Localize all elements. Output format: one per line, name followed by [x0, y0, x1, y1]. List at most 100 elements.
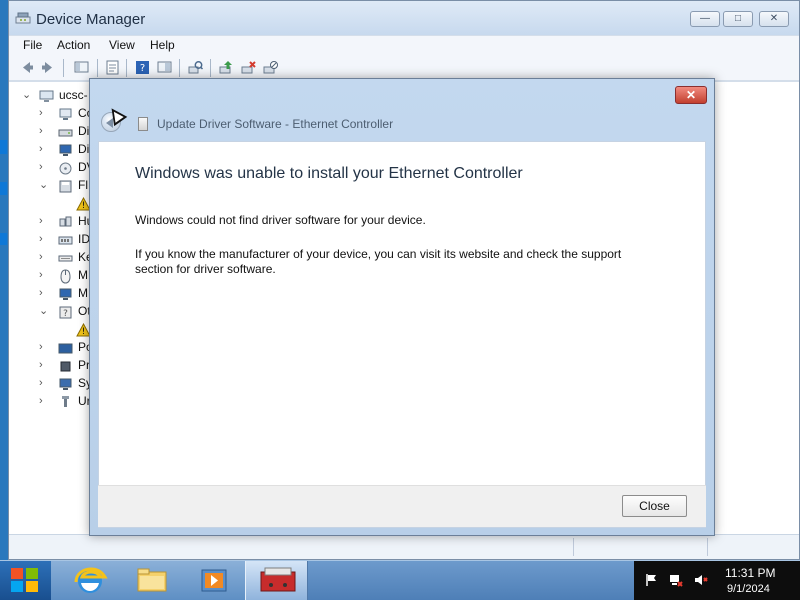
- chevron-right-icon[interactable]: ›: [39, 378, 47, 389]
- chevron-right-icon[interactable]: ›: [39, 396, 47, 407]
- menu-file[interactable]: File: [23, 38, 42, 52]
- menu-view[interactable]: View: [109, 38, 135, 52]
- close-window-button[interactable]: ✕: [759, 11, 789, 27]
- ethernet-device-icon: [138, 117, 148, 131]
- device-manager-titlebar[interactable]: Device Manager — □ ✕: [9, 1, 799, 35]
- status-separator: [707, 538, 708, 556]
- chevron-right-icon[interactable]: ›: [39, 360, 47, 371]
- mouse-icon: [60, 269, 71, 284]
- device-manager-title: Device Manager: [36, 11, 146, 28]
- disk-drive-icon: [58, 129, 73, 137]
- minimize-icon: —: [700, 13, 710, 24]
- status-bar: [9, 534, 799, 559]
- expanded-chevron-icon[interactable]: ⌄: [39, 306, 48, 317]
- close-icon: ✕: [769, 13, 779, 24]
- dialog-title: Update Driver Software - Ethernet Contro…: [157, 117, 394, 131]
- menu-action[interactable]: Action: [57, 38, 90, 52]
- close-icon: ✕: [685, 88, 697, 102]
- dialog-close-button[interactable]: ✕: [675, 86, 707, 104]
- usb-controller-icon: [62, 396, 69, 407]
- desktop-edge-accent: [0, 233, 7, 245]
- taskbar-device-manager-button[interactable]: [245, 561, 309, 600]
- disable-device-icon[interactable]: [262, 59, 279, 76]
- chevron-right-icon[interactable]: ›: [39, 252, 47, 263]
- svg-text:!: !: [82, 327, 86, 337]
- dvd-drive-icon: [59, 162, 72, 175]
- status-separator: [573, 538, 574, 556]
- menu-help[interactable]: Help: [150, 38, 175, 52]
- dialog-close-action-button[interactable]: Close: [622, 495, 687, 517]
- dialog-content: Windows was unable to install your Ether…: [98, 141, 706, 528]
- windows-logo-icon: [11, 568, 39, 593]
- chevron-right-icon[interactable]: ›: [39, 342, 47, 353]
- taskbar-explorer-button[interactable]: [120, 561, 184, 600]
- chevron-right-icon[interactable]: ›: [39, 270, 47, 281]
- action-center-flag-icon[interactable]: [645, 573, 659, 587]
- clock-date[interactable]: 9/1/2024: [727, 583, 770, 595]
- tree-item-label: M: [78, 286, 88, 300]
- svg-text:?: ?: [140, 63, 145, 74]
- help-icon[interactable]: ?: [134, 59, 151, 76]
- chevron-right-icon[interactable]: ›: [39, 162, 47, 173]
- update-driver-dialog: ✕ Update Driver Software - Ethernet Cont…: [89, 78, 715, 536]
- scan-hardware-icon[interactable]: [187, 59, 204, 76]
- chevron-right-icon[interactable]: ›: [39, 216, 47, 227]
- monitor-icon: [59, 288, 72, 300]
- network-icon[interactable]: [669, 573, 683, 587]
- chevron-right-icon[interactable]: ›: [39, 108, 47, 119]
- toolbar-separator: [126, 59, 127, 77]
- keyboard-icon: [58, 255, 73, 262]
- taskbar-media-player-button[interactable]: [183, 561, 247, 600]
- toolbar-separator: [210, 59, 211, 77]
- minimize-button[interactable]: —: [690, 11, 720, 27]
- windows-logo-pane: [11, 581, 23, 592]
- expanded-chevron-icon[interactable]: ⌄: [22, 90, 31, 101]
- volume-muted-icon[interactable]: [694, 573, 708, 587]
- desktop-edge-accent: [0, 140, 7, 154]
- dialog-message-line1: Windows could not find driver software f…: [135, 213, 426, 227]
- ports-icon: [58, 343, 73, 354]
- device-manager-icon: [15, 12, 31, 24]
- dialog-message-line2: If you know the manufacturer of your dev…: [135, 247, 622, 276]
- menu-bar: File Action View Help: [9, 35, 799, 57]
- forward-arrow-icon[interactable]: [40, 59, 57, 76]
- ide-controller-icon: [58, 236, 73, 245]
- desktop-edge-accent: [0, 182, 7, 195]
- tree-root-label: ucsc-: [59, 88, 88, 102]
- windows-logo-pane: [11, 568, 23, 579]
- internet-explorer-icon: [74, 567, 108, 593]
- chevron-right-icon[interactable]: ›: [39, 144, 47, 155]
- toolbar-separator: [97, 59, 98, 77]
- uninstall-icon[interactable]: [240, 59, 257, 76]
- computer-category-icon: [59, 108, 72, 120]
- back-arrow-icon[interactable]: [18, 59, 35, 76]
- maximize-button[interactable]: □: [723, 11, 753, 27]
- device-manager-taskbar-icon: [260, 567, 296, 592]
- chevron-right-icon[interactable]: ›: [39, 288, 47, 299]
- taskbar-empty-area[interactable]: [307, 561, 634, 600]
- windows-logo-pane: [26, 568, 38, 579]
- system-tray: 11:31 PM 9/1/2024: [634, 561, 800, 600]
- update-driver-icon[interactable]: [218, 59, 235, 76]
- start-button[interactable]: [0, 561, 51, 600]
- properties-icon[interactable]: [104, 59, 121, 76]
- human-interface-device-icon: [59, 216, 72, 227]
- tree-item-label: M: [78, 268, 88, 282]
- clock-time[interactable]: 11:31 PM: [725, 566, 775, 580]
- chevron-right-icon[interactable]: ›: [39, 234, 47, 245]
- show-hide-console-tree-icon[interactable]: [73, 59, 90, 76]
- chevron-right-icon[interactable]: ›: [39, 126, 47, 137]
- windows-logo-pane: [26, 581, 38, 592]
- tree-item-label: Fl: [78, 178, 88, 192]
- expanded-chevron-icon[interactable]: ⌄: [39, 180, 48, 191]
- svg-text:?: ?: [63, 309, 68, 319]
- toolbar-separator: [63, 59, 64, 77]
- taskbar-ie-button[interactable]: [58, 561, 122, 600]
- action-pane-icon[interactable]: [156, 59, 173, 76]
- display-adapter-icon: [59, 144, 72, 156]
- maximize-icon: □: [734, 13, 742, 24]
- processor-icon: [60, 361, 71, 372]
- other-devices-icon: ?: [59, 306, 72, 319]
- tree-item-label: Di: [78, 124, 90, 138]
- tree-item-label: Di: [78, 142, 90, 156]
